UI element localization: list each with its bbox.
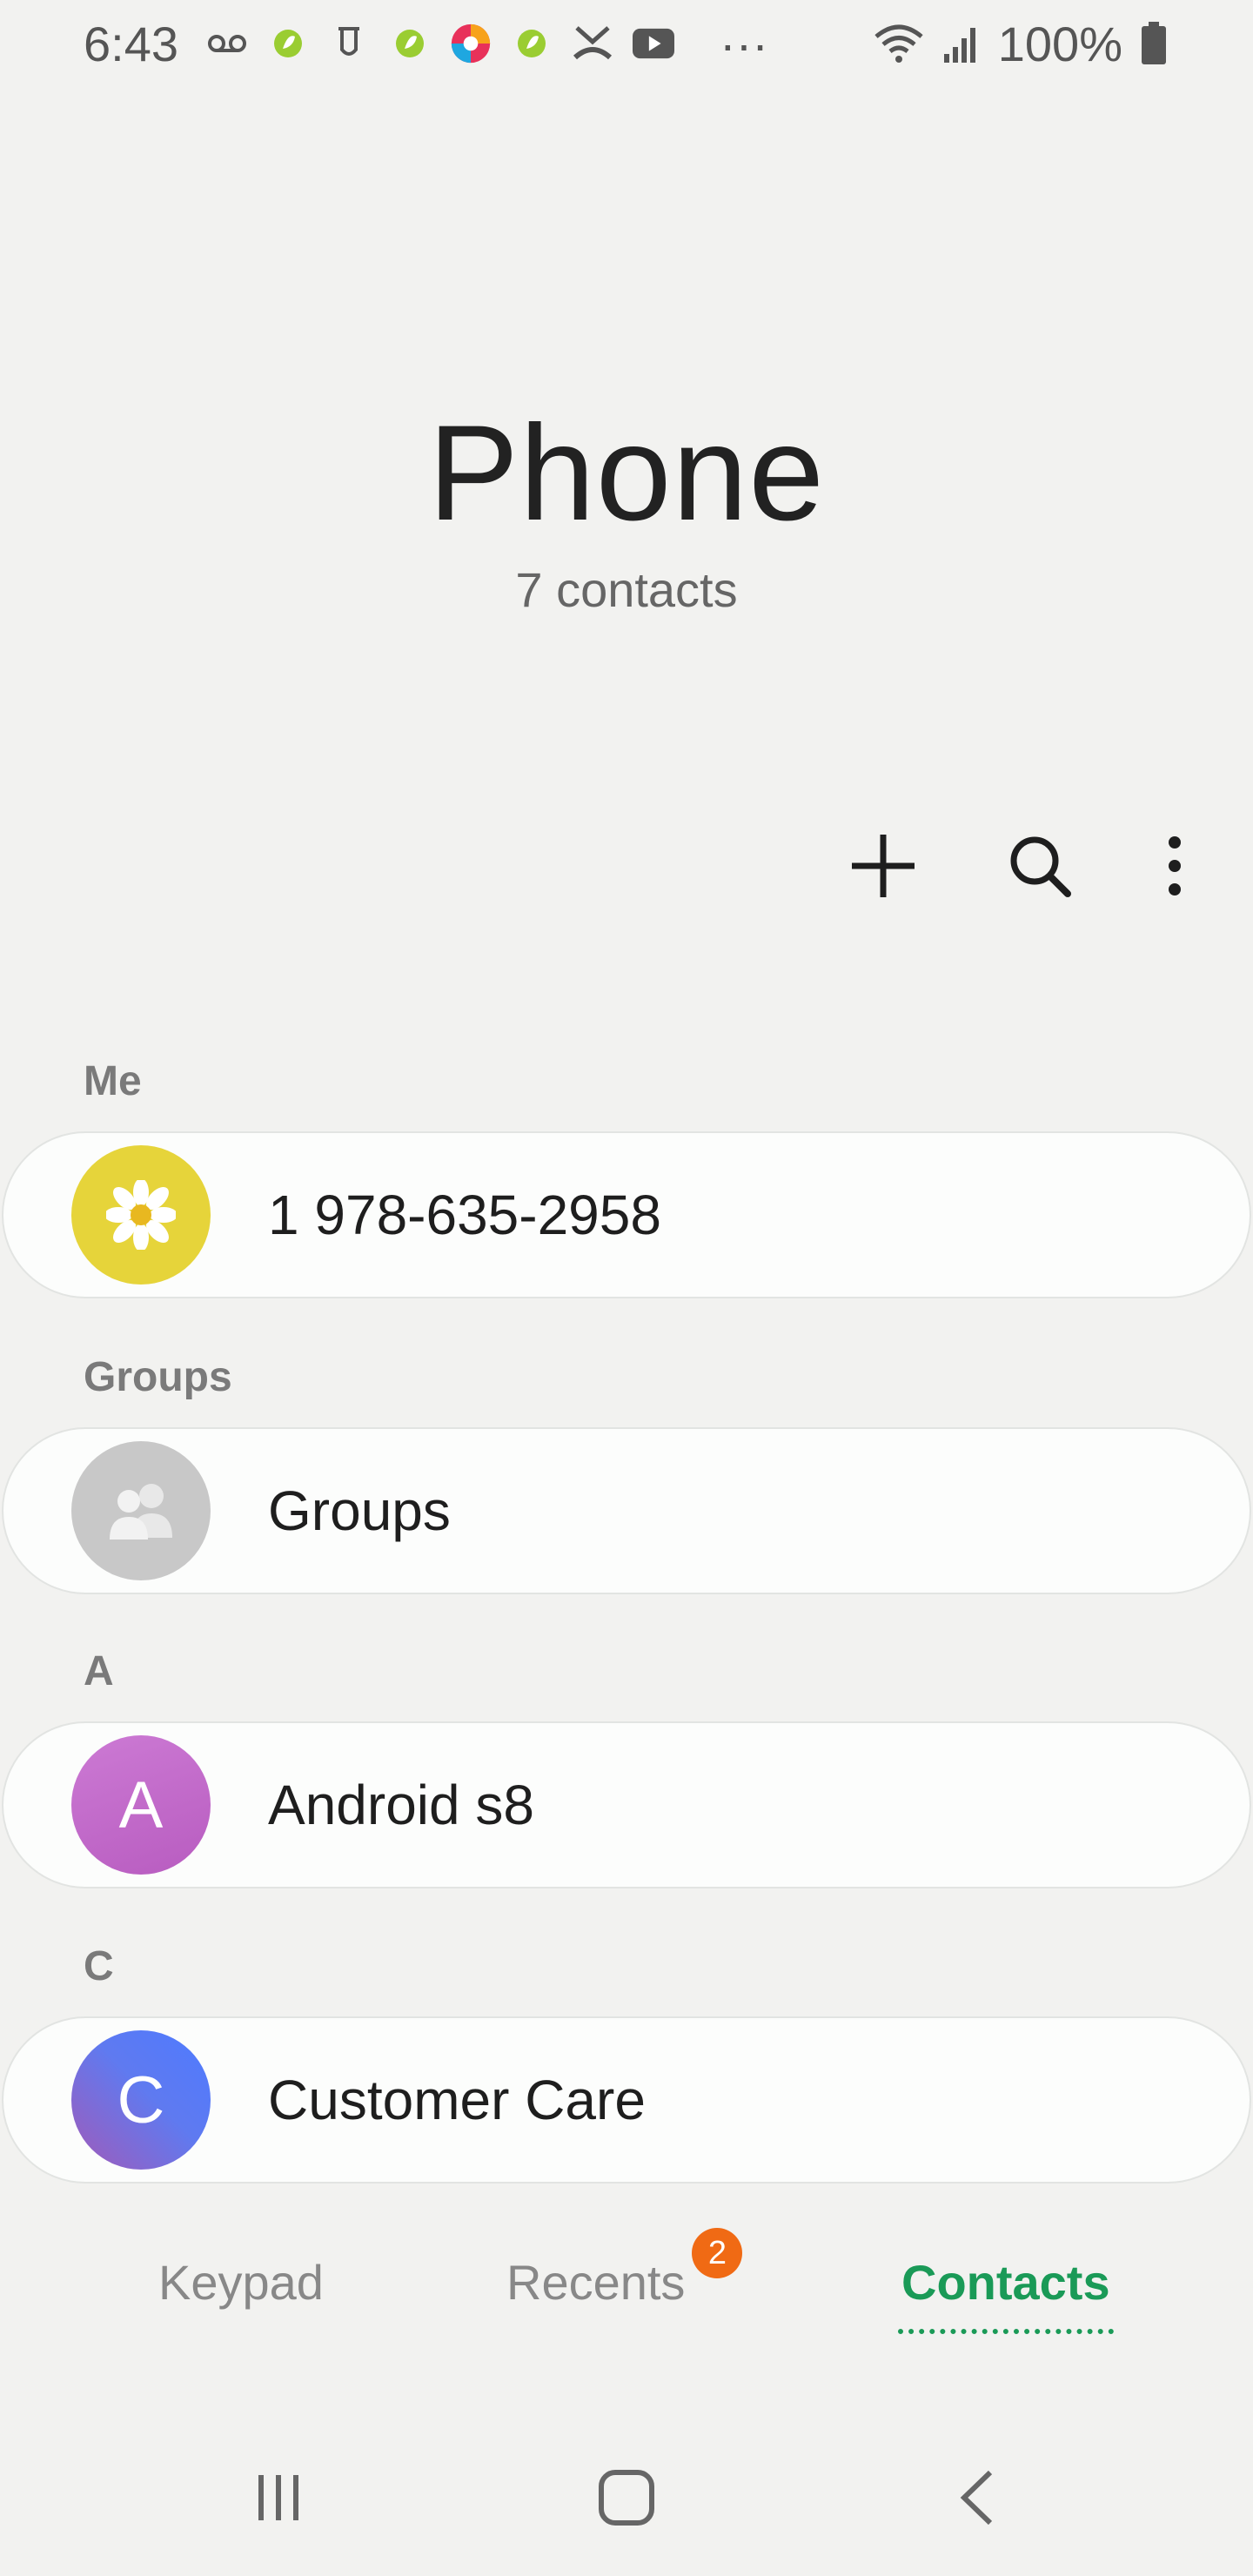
group-icon — [110, 1484, 172, 1540]
missed-call-icon — [572, 23, 613, 64]
more-options-button[interactable] — [1149, 818, 1201, 914]
back-button[interactable] — [933, 2454, 1020, 2541]
wifi-icon — [873, 23, 925, 64]
status-bar: 6:43 ··· 100% — [0, 0, 1253, 87]
recents-badge: 2 — [692, 2228, 743, 2278]
avatar-initial: A — [118, 1768, 164, 1842]
tab-recents[interactable]: Recents 2 — [506, 2228, 743, 2311]
leaf-icon — [389, 23, 431, 64]
chrome-like-icon — [450, 23, 492, 64]
system-nav-bar — [0, 2454, 1253, 2541]
contact-customer-care[interactable]: C Customer Care — [2, 2016, 1251, 2184]
battery-icon — [1138, 22, 1169, 64]
tmobile-icon — [328, 23, 370, 64]
avatar: C — [71, 2030, 211, 2170]
avatar — [71, 1441, 211, 1580]
search-button[interactable] — [992, 818, 1088, 914]
tab-contacts-label: Contacts — [901, 2255, 1110, 2310]
back-icon — [960, 2470, 993, 2526]
status-right: 100% — [873, 16, 1169, 72]
status-left: 6:43 ··· — [84, 16, 768, 72]
add-icon — [852, 835, 915, 897]
recent-apps-button[interactable] — [235, 2454, 322, 2541]
youtube-icon — [633, 23, 674, 64]
leaf-icon — [511, 23, 553, 64]
signal-icon — [941, 23, 982, 64]
search-icon — [1010, 836, 1071, 897]
more-vert-icon — [1169, 836, 1181, 896]
recent-apps-icon — [258, 2475, 298, 2520]
tab-contacts[interactable]: Contacts — [898, 2254, 1114, 2334]
section-label-c: C — [84, 1943, 114, 1989]
home-icon — [599, 2470, 654, 2526]
daisy-icon — [106, 1180, 176, 1250]
avatar-initial: C — [117, 2063, 165, 2137]
tab-keypad[interactable]: Keypad — [158, 2254, 324, 2311]
contacts-count: 7 contacts — [515, 562, 738, 617]
groups-label: Groups — [268, 1479, 451, 1542]
section-label-me: Me — [84, 1058, 142, 1104]
more-dots-icon: ··· — [720, 16, 768, 71]
voicemail-icon — [206, 23, 248, 64]
tab-recents-label: Recents — [506, 2255, 686, 2310]
status-time: 6:43 — [84, 16, 178, 71]
section-label-groups: Groups — [84, 1354, 232, 1400]
home-button[interactable] — [583, 2454, 670, 2541]
toolbar — [835, 822, 1201, 909]
contact-name: Customer Care — [268, 2069, 646, 2131]
tab-keypad-label: Keypad — [158, 2255, 324, 2310]
my-profile-card[interactable]: 1 978-635-2958 — [2, 1131, 1251, 1298]
my-phone-number: 1 978-635-2958 — [268, 1184, 661, 1246]
battery-percent: 100% — [997, 16, 1122, 71]
active-tab-indicator — [898, 2329, 1114, 2334]
bottom-tabs: Keypad Recents 2 Contacts — [0, 2228, 1253, 2341]
add-contact-button[interactable] — [835, 818, 931, 914]
contact-name: Android s8 — [268, 1774, 534, 1836]
groups-card[interactable]: Groups — [2, 1427, 1251, 1594]
avatar — [71, 1145, 211, 1285]
page-title: Phone — [427, 398, 826, 549]
avatar: A — [71, 1735, 211, 1875]
contact-android-s8[interactable]: A Android s8 — [2, 1721, 1251, 1888]
section-label-a: A — [84, 1648, 114, 1694]
leaf-icon — [267, 23, 309, 64]
